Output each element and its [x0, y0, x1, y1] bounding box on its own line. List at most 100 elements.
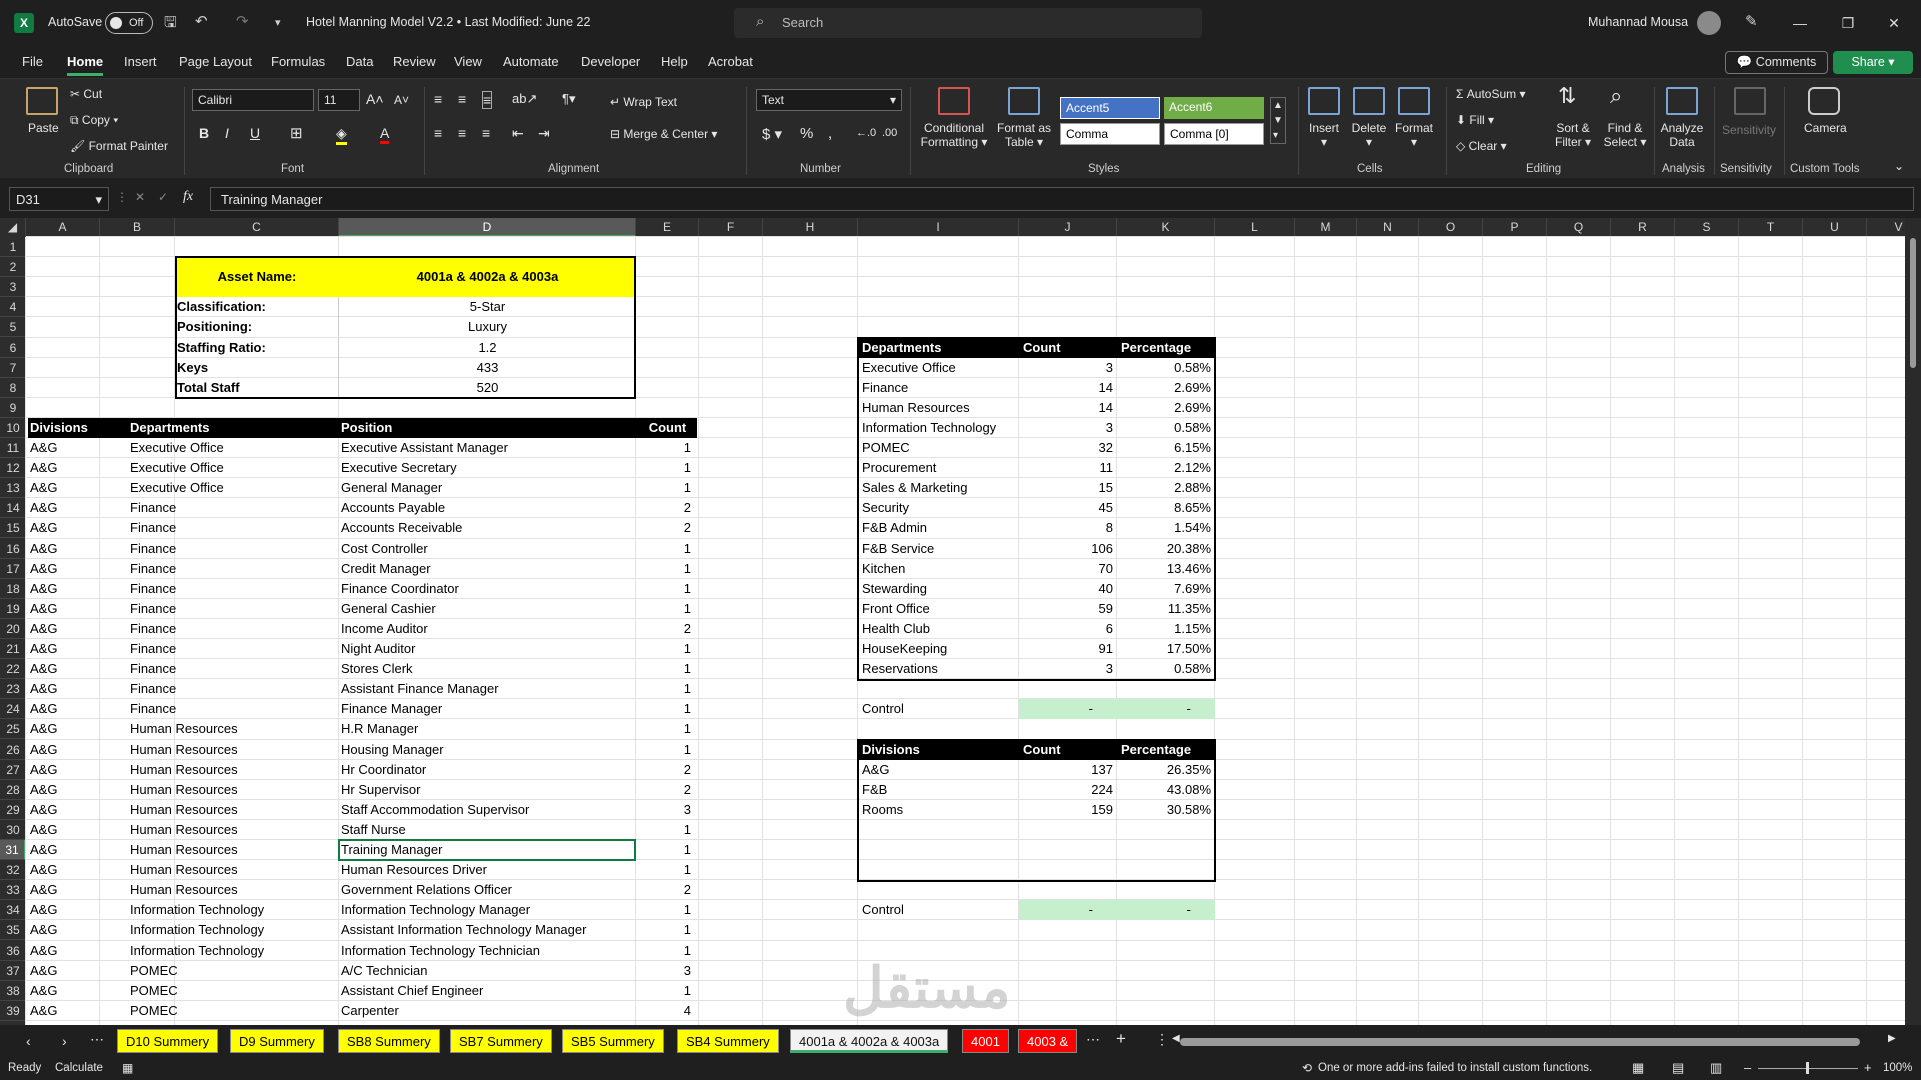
copy-button[interactable]: ⧉ Copy ▾ — [70, 113, 118, 128]
row-header[interactable]: 28 — [0, 780, 26, 800]
position-cell[interactable]: Staff Nurse — [339, 820, 636, 840]
align-top-icon[interactable]: ≡ — [434, 91, 442, 107]
collapse-ribbon-icon[interactable]: ⌄ — [1894, 159, 1904, 173]
row-header[interactable]: 22 — [0, 659, 26, 679]
position-cell[interactable]: Assistant Information Technology Manager — [339, 920, 636, 940]
format-painter-button[interactable]: 🖌 Format Painter — [70, 139, 168, 153]
scroll-right-icon[interactable]: ▶ — [1888, 1033, 1896, 1044]
department-cell[interactable]: Information Technology — [128, 920, 339, 940]
orientation-icon[interactable]: ab↗ — [512, 91, 537, 107]
position-cell[interactable]: Government Relations Officer — [339, 880, 636, 900]
position-cell[interactable]: General Manager — [339, 478, 636, 498]
row-header[interactable]: 21 — [0, 639, 26, 659]
count-cell[interactable]: 2 — [636, 780, 693, 800]
division-cell[interactable]: A&G — [28, 780, 102, 800]
row-header[interactable]: 15 — [0, 518, 26, 538]
minimize-button[interactable]: — — [1778, 8, 1822, 38]
wrap-text-button[interactable]: ↵ Wrap Text — [610, 95, 677, 109]
column-header[interactable]: L — [1215, 218, 1295, 237]
row-header[interactable]: 16 — [0, 539, 26, 559]
count-cell[interactable]: 1 — [636, 559, 693, 579]
division-cell[interactable]: A&G — [28, 880, 102, 900]
share-button[interactable]: Share ▾ — [1833, 51, 1913, 74]
sheet-tab[interactable]: 4001 — [962, 1029, 1009, 1053]
select-all-corner[interactable]: ◢ — [0, 218, 26, 237]
zoom-thumb[interactable] — [1806, 1062, 1809, 1074]
sort-filter-button[interactable]: Sort & Filter ▾ — [1548, 121, 1598, 149]
department-cell[interactable]: Executive Office — [128, 438, 339, 458]
column-header[interactable]: F — [699, 218, 763, 237]
decrease-indent-icon[interactable]: ⇤ — [512, 125, 524, 142]
tab-formulas[interactable]: Formulas — [271, 54, 325, 69]
page-layout-view-icon[interactable]: ▤ — [1672, 1060, 1684, 1076]
row-header[interactable]: 20 — [0, 619, 26, 639]
column-header[interactable]: C — [175, 218, 339, 237]
row-header[interactable]: 37 — [0, 961, 26, 981]
department-cell[interactable]: POMEC — [128, 961, 339, 981]
position-cell[interactable]: Executive Assistant Manager — [339, 438, 636, 458]
underline-icon[interactable]: U — [250, 125, 260, 141]
row-header[interactable]: 14 — [0, 498, 26, 518]
style-comma[interactable]: Comma — [1060, 123, 1160, 145]
bold-icon[interactable]: B — [199, 125, 209, 141]
department-cell[interactable]: Human Resources — [128, 760, 339, 780]
column-header[interactable]: R — [1611, 218, 1675, 237]
department-cell[interactable]: POMEC — [128, 1001, 339, 1021]
count-cell[interactable]: 1 — [636, 659, 693, 679]
position-cell[interactable]: Hr Coordinator — [339, 760, 636, 780]
row-header[interactable]: 29 — [0, 800, 26, 820]
insert-cells-button[interactable]: Insert ▾ — [1302, 121, 1346, 149]
align-left-icon[interactable]: ≡ — [434, 125, 442, 141]
find-select-icon[interactable]: ⌕ — [1610, 83, 1622, 109]
position-cell[interactable]: Housing Manager — [339, 740, 636, 760]
vertical-scrollbar[interactable] — [1905, 218, 1921, 1025]
tab-acrobat[interactable]: Acrobat — [708, 54, 753, 69]
next-sheet-icon[interactable]: › — [62, 1033, 67, 1049]
sheet-tab[interactable]: SB5 Summery — [562, 1029, 664, 1053]
column-header[interactable]: B — [100, 218, 175, 237]
enter-icon[interactable]: ✓ — [158, 190, 168, 204]
increase-font-icon[interactable]: A˄ — [366, 91, 384, 107]
row-header[interactable]: 1 — [0, 237, 26, 257]
count-cell[interactable]: 1 — [636, 820, 693, 840]
row-header[interactable]: 13 — [0, 478, 26, 498]
count-cell[interactable]: 2 — [636, 518, 693, 538]
zoom-slider[interactable] — [1758, 1062, 1858, 1074]
tab-help[interactable]: Help — [661, 54, 688, 69]
conditional-formatting-button[interactable]: Conditional Formatting ▾ — [918, 121, 990, 149]
camera-button[interactable]: Camera — [1804, 121, 1847, 135]
customize-qat-icon[interactable]: ▾ — [275, 16, 281, 29]
row-header[interactable]: 33 — [0, 880, 26, 900]
count-cell[interactable]: 2 — [636, 619, 693, 639]
control-percent[interactable]: - — [1117, 900, 1193, 920]
row-header[interactable]: 5 — [0, 317, 26, 337]
autosave-toggle[interactable]: Off — [105, 12, 153, 34]
horizontal-scrollbar[interactable] — [1180, 1038, 1860, 1046]
column-header[interactable]: N — [1357, 218, 1419, 237]
department-cell[interactable]: Finance — [128, 619, 339, 639]
close-button[interactable]: ✕ — [1872, 8, 1916, 38]
format-as-table-icon[interactable] — [1008, 87, 1040, 115]
tab-file[interactable]: File — [22, 54, 43, 69]
tab-view[interactable]: View — [454, 54, 482, 69]
row-header[interactable]: 2 — [0, 257, 26, 277]
row-header[interactable]: 7 — [0, 358, 26, 378]
count-cell[interactable]: 4 — [636, 1001, 693, 1021]
division-cell[interactable]: A&G — [28, 599, 102, 619]
column-header[interactable]: J — [1019, 218, 1117, 237]
position-cell[interactable]: Accounts Receivable — [339, 518, 636, 538]
increase-indent-icon[interactable]: ⇥ — [538, 125, 550, 142]
position-cell[interactable]: Assistant Chief Engineer — [339, 981, 636, 1001]
position-cell[interactable]: Staff Accommodation Supervisor — [339, 800, 636, 820]
position-cell[interactable]: A/C Technician — [339, 961, 636, 981]
position-cell[interactable]: Human Resources Driver — [339, 860, 636, 880]
division-cell[interactable]: A&G — [28, 719, 102, 739]
document-title[interactable]: Hotel Manning Model V2.2 • Last Modified… — [306, 15, 590, 29]
tab-automate[interactable]: Automate — [503, 54, 559, 69]
count-cell[interactable]: 1 — [636, 438, 693, 458]
column-header[interactable]: M — [1295, 218, 1357, 237]
department-cell[interactable]: Finance — [128, 579, 339, 599]
fill-button[interactable]: ⬇ Fill ▾ — [1456, 113, 1494, 127]
number-format-select[interactable]: Text ▾ — [756, 89, 902, 111]
name-box[interactable]: D31 ▾ — [9, 187, 109, 211]
